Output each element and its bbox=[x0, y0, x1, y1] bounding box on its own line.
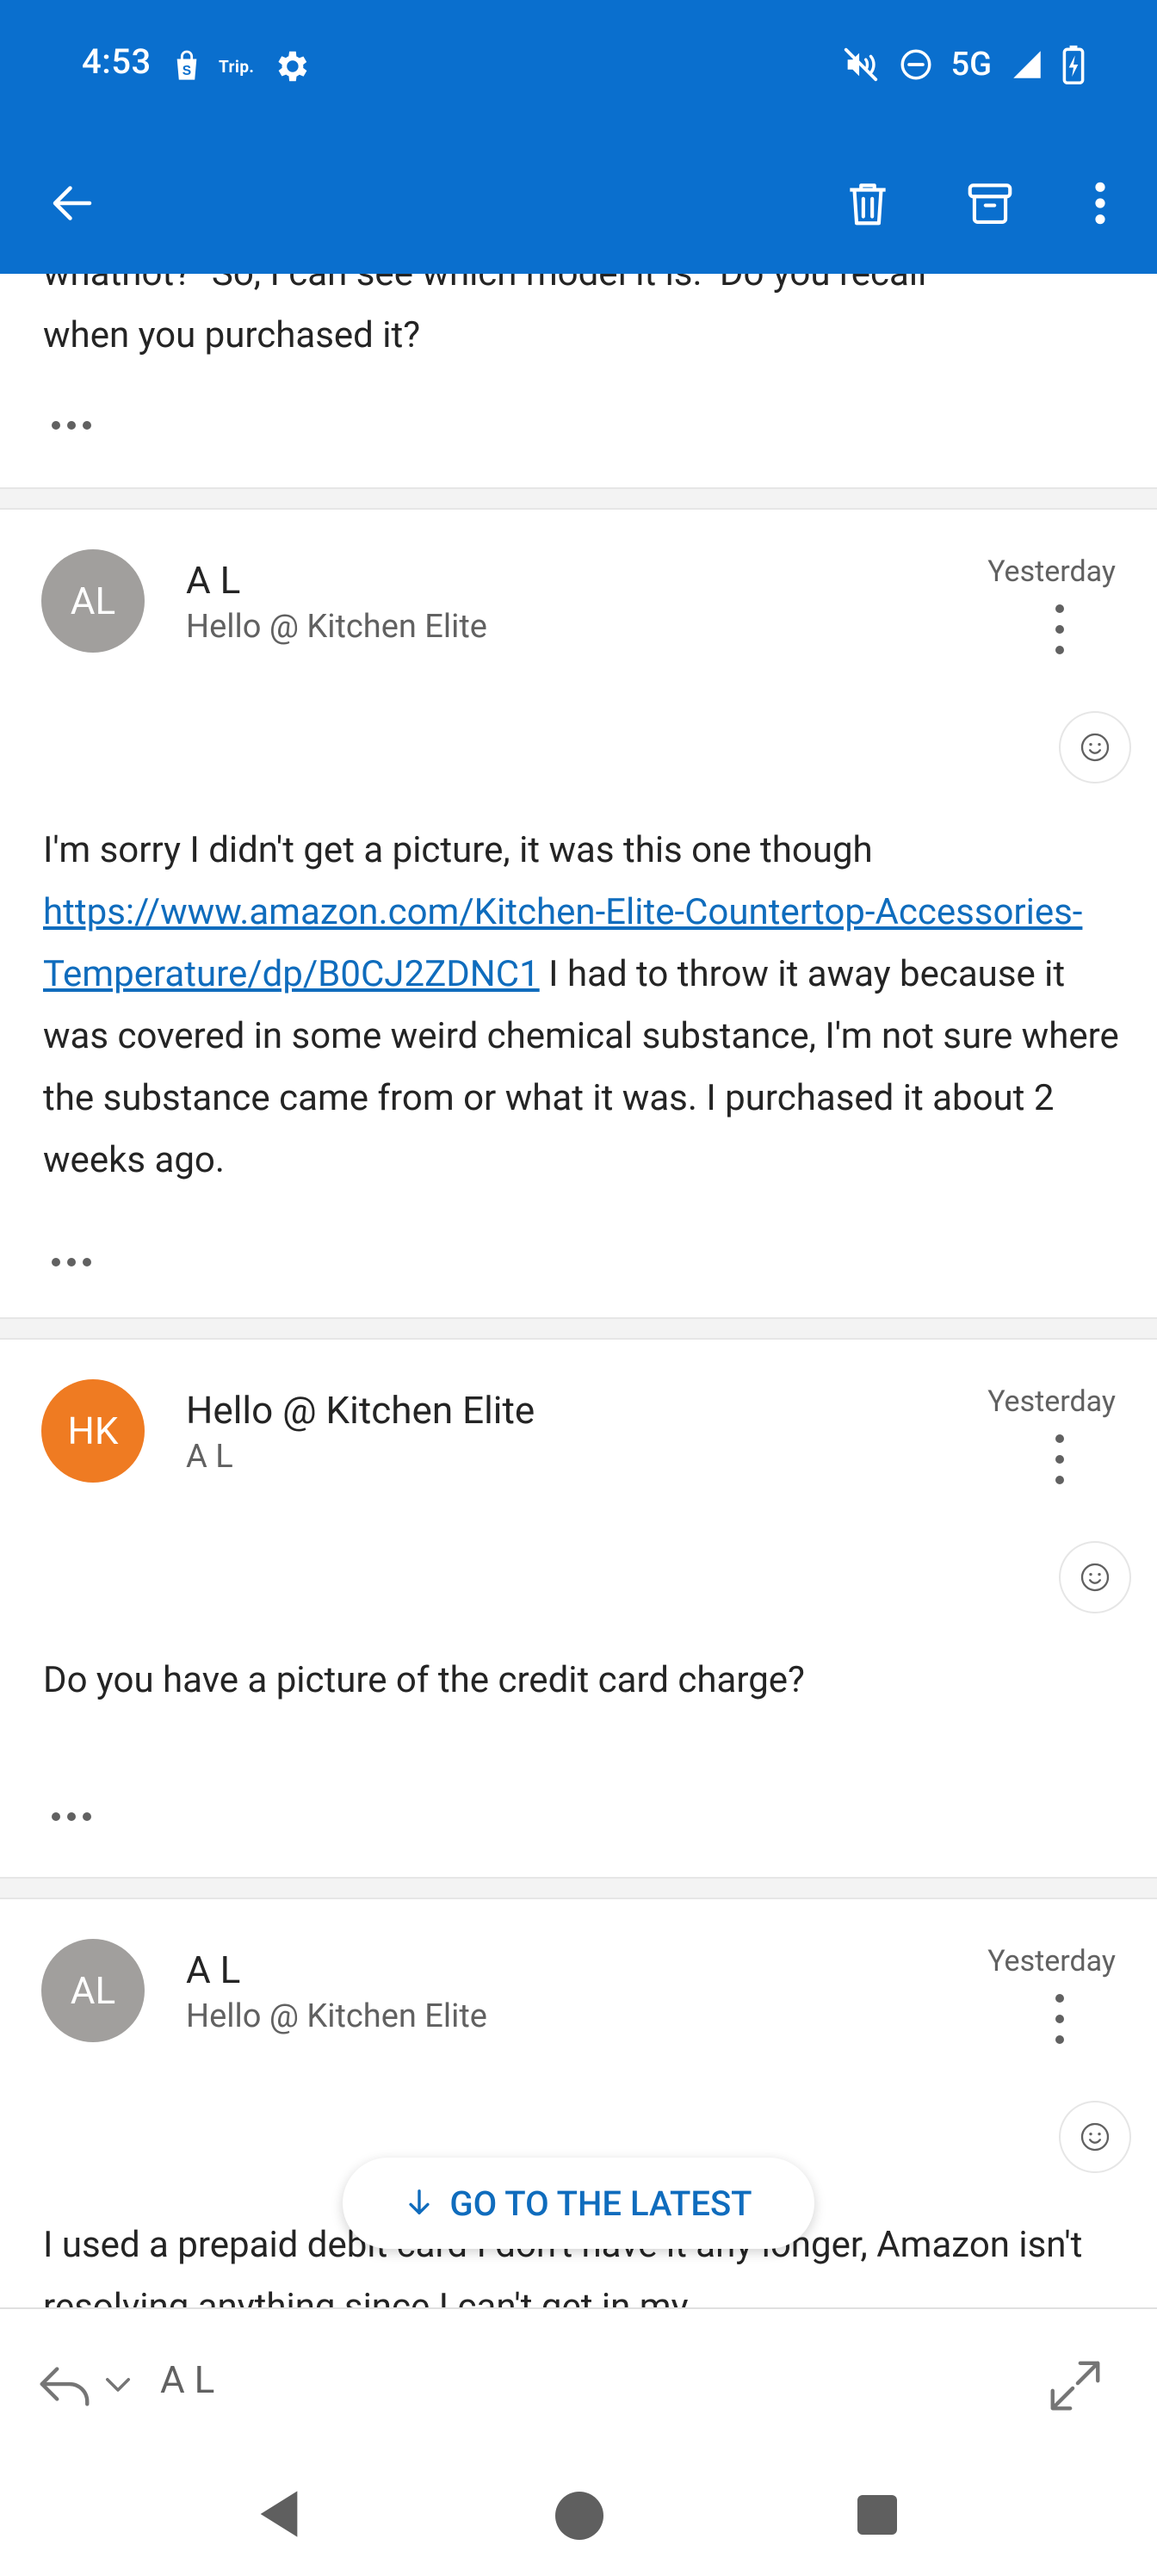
signal-strength-icon bbox=[1013, 51, 1041, 78]
back-button[interactable] bbox=[40, 170, 105, 236]
nav-recents-icon[interactable] bbox=[857, 2495, 897, 2535]
conversation-thread[interactable]: whatnot?" So, I can see which model it i… bbox=[0, 0, 1157, 2307]
expand-icon[interactable] bbox=[1045, 2356, 1105, 2416]
status-system-icons: 5G bbox=[841, 45, 1085, 84]
reply-recipient[interactable]: A L bbox=[160, 2357, 214, 2402]
archive-button[interactable] bbox=[957, 170, 1023, 236]
archive-icon bbox=[968, 183, 1012, 225]
show-quoted-text-button[interactable] bbox=[52, 1254, 93, 1271]
avatar: HK bbox=[41, 1379, 145, 1483]
app-bar: 4:53 S Trip. 5G bbox=[0, 0, 1157, 274]
chevron-down-icon[interactable] bbox=[100, 2366, 136, 2402]
message-sender: A L bbox=[186, 1947, 241, 1992]
battery-charging-icon bbox=[1062, 45, 1085, 84]
status-notification-icons: S Trip. bbox=[172, 46, 311, 86]
message-card[interactable]: HK Hello @ Kitchen Elite A L Yesterday D… bbox=[0, 1340, 1157, 1873]
nav-back-icon[interactable] bbox=[255, 2486, 303, 2542]
smiley-icon bbox=[1080, 2122, 1110, 2152]
message-toolbar bbox=[0, 146, 1157, 258]
arrow-down-icon bbox=[409, 2189, 430, 2215]
status-bar: 4:53 S Trip. 5G bbox=[0, 0, 1157, 134]
smiley-icon bbox=[1080, 733, 1110, 762]
go-to-latest-button[interactable]: GO TO THE LATEST bbox=[343, 2158, 814, 2249]
show-quoted-text-button[interactable] bbox=[52, 1808, 93, 1825]
status-time: 4:53 bbox=[82, 41, 152, 82]
trip-label: Trip. bbox=[219, 56, 255, 77]
settings-gear-icon bbox=[278, 51, 307, 82]
message-divider bbox=[0, 487, 1157, 510]
more-vertical-icon bbox=[1095, 182, 1105, 225]
message-recipient: Hello @ Kitchen Elite bbox=[186, 1997, 487, 2035]
message-body: Do you have a picture of the credit card… bbox=[43, 1659, 805, 1701]
message-card[interactable]: AL A L Hello @ Kitchen Elite Yesterday I… bbox=[0, 510, 1157, 1319]
message-time: Yesterday bbox=[987, 554, 1116, 589]
smiley-icon bbox=[1080, 1563, 1110, 1592]
reply-icon[interactable] bbox=[34, 2354, 95, 2414]
message-sender: A L bbox=[186, 558, 241, 603]
message-time: Yesterday bbox=[987, 1944, 1116, 1978]
message-recipient: A L bbox=[186, 1438, 233, 1476]
nav-home-icon[interactable] bbox=[555, 2492, 603, 2540]
svg-text:S: S bbox=[183, 64, 191, 78]
do-not-disturb-icon bbox=[900, 49, 931, 80]
message-body: I'm sorry I didn't get a picture, it was… bbox=[43, 820, 1128, 1192]
add-reaction-button[interactable] bbox=[1059, 1541, 1131, 1613]
avatar: AL bbox=[41, 549, 145, 653]
previous-message-last-line: when you purchased it? bbox=[43, 314, 421, 356]
message-more-icon[interactable] bbox=[1054, 1994, 1066, 2044]
avatar: AL bbox=[41, 1939, 145, 2042]
message-more-icon[interactable] bbox=[1054, 1434, 1066, 1484]
delete-button[interactable] bbox=[835, 170, 900, 236]
shopping-bag-icon: S bbox=[176, 50, 197, 80]
message-recipient: Hello @ Kitchen Elite bbox=[186, 608, 487, 646]
message-divider bbox=[0, 1877, 1157, 1899]
message-divider bbox=[0, 1317, 1157, 1340]
vibrate-mute-icon bbox=[844, 47, 877, 82]
message-body-text: I'm sorry I didn't get a picture, it was… bbox=[43, 829, 873, 871]
add-reaction-button[interactable] bbox=[1059, 711, 1131, 783]
message-sender: Hello @ Kitchen Elite bbox=[186, 1388, 535, 1433]
arrow-left-icon bbox=[53, 186, 92, 220]
trash-icon bbox=[850, 183, 886, 226]
system-navigation-bar bbox=[0, 2455, 1157, 2576]
go-to-latest-label: GO TO THE LATEST bbox=[449, 2183, 752, 2224]
message-more-icon[interactable] bbox=[1054, 604, 1066, 654]
show-quoted-text-button[interactable] bbox=[52, 417, 93, 434]
message-time: Yesterday bbox=[987, 1384, 1116, 1419]
more-options-button[interactable] bbox=[1067, 170, 1133, 236]
add-reaction-button[interactable] bbox=[1059, 2101, 1131, 2173]
reply-bar[interactable]: A L bbox=[0, 2307, 1157, 2455]
network-type: 5G bbox=[950, 46, 992, 84]
